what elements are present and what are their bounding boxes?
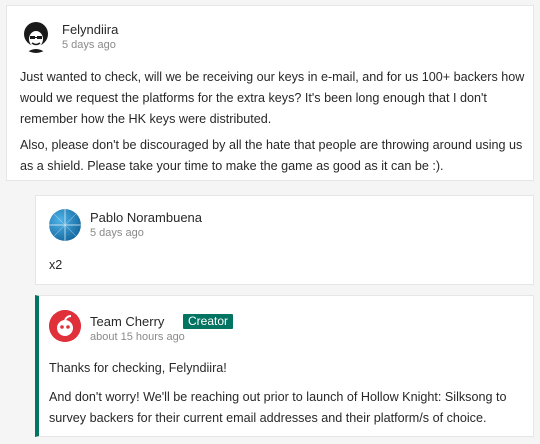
- afro-silhouette-icon[interactable]: [20, 21, 52, 53]
- comment-timestamp[interactable]: 5 days ago: [62, 39, 116, 51]
- comment-paragraph: Thanks for checking, Felyndiira!: [49, 361, 227, 375]
- comment-card: Felyndiira 5 days ago Just wanted to che…: [6, 5, 534, 181]
- comment-timestamp[interactable]: 5 days ago: [90, 227, 144, 239]
- comment-paragraph: x2: [49, 258, 63, 272]
- comment-paragraph: Just wanted to check, will we be receivi…: [20, 70, 525, 126]
- comment-paragraph: And don't worry! We'll be reaching out p…: [49, 390, 507, 425]
- blue-sphere-avatar-icon[interactable]: [49, 209, 81, 241]
- comment-author[interactable]: Team Cherry: [90, 314, 164, 329]
- comment-author[interactable]: Pablo Norambuena: [90, 210, 202, 225]
- comment-author[interactable]: Felyndiira: [62, 22, 118, 37]
- comment-timestamp[interactable]: about 15 hours ago: [90, 331, 185, 343]
- creator-badge: Creator: [183, 314, 234, 329]
- cherry-logo-icon[interactable]: [49, 310, 81, 342]
- creator-reply-card: Team Cherry Creator about 15 hours ago T…: [35, 295, 534, 437]
- reply-card: Pablo Norambuena 5 days ago x2: [35, 195, 534, 285]
- comment-paragraph: Also, please don't be discouraged by all…: [20, 138, 523, 173]
